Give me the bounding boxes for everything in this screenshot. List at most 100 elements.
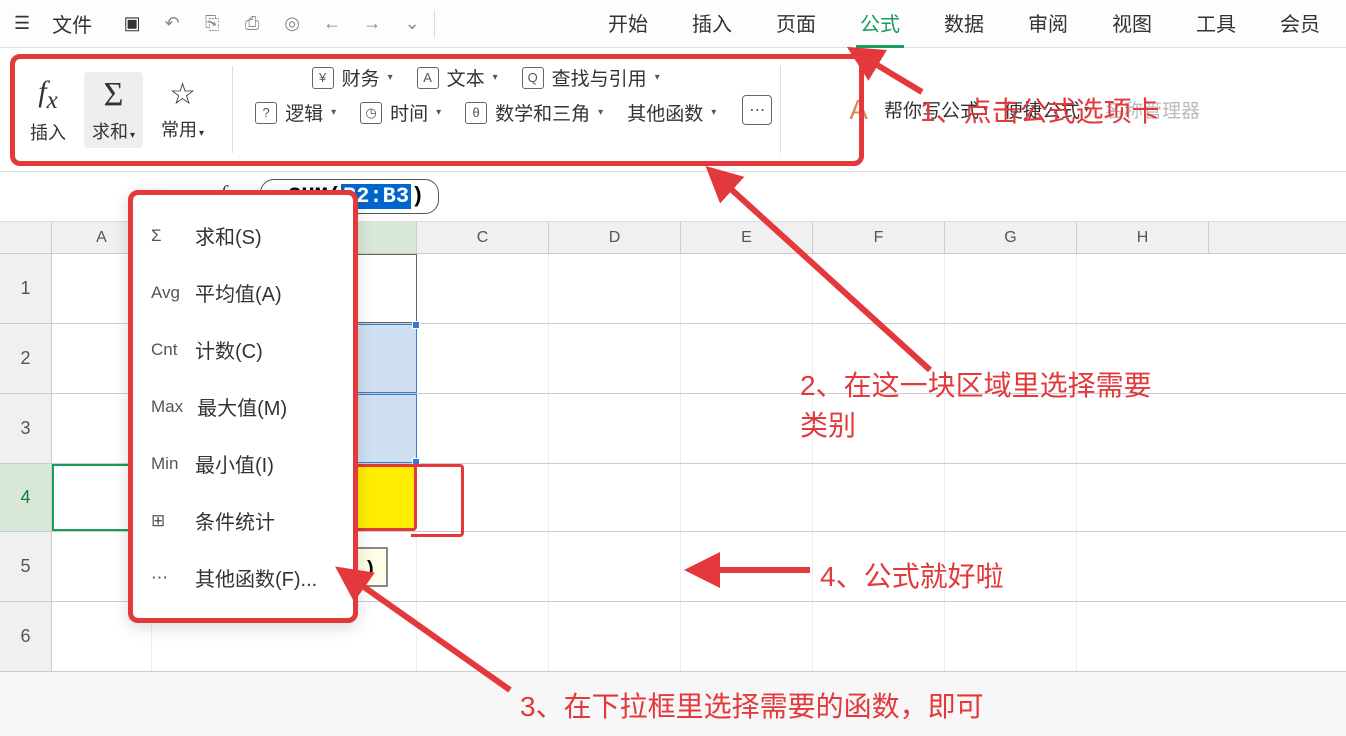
sigma-icon: Σ	[104, 76, 124, 114]
col-header-C[interactable]: C	[417, 222, 549, 253]
cell-E2[interactable]	[681, 324, 813, 393]
cell-D3[interactable]	[549, 394, 681, 463]
formula-text-suffix: )	[411, 184, 424, 209]
theta-icon: θ	[465, 102, 487, 124]
autosum-button[interactable]: Σ 求和▾	[84, 72, 143, 148]
cell-F1[interactable]	[813, 254, 945, 323]
row-header-4[interactable]: 4	[0, 464, 52, 531]
yen-icon: ¥	[312, 67, 334, 89]
cell-D2[interactable]	[549, 324, 681, 393]
cell-D1[interactable]	[549, 254, 681, 323]
insert-function-button[interactable]: fx 插入	[30, 75, 66, 145]
cell-C2[interactable]	[417, 324, 549, 393]
tab-data[interactable]: 数据	[940, 0, 988, 48]
cell-F5[interactable]	[813, 532, 945, 601]
back-icon[interactable]: ←	[318, 10, 346, 38]
cell-C6[interactable]	[417, 602, 549, 671]
cell-D5[interactable]	[549, 532, 681, 601]
cell-F2[interactable]	[813, 324, 945, 393]
cell-C1[interactable]	[417, 254, 549, 323]
row-header-1[interactable]: 1	[0, 254, 52, 323]
question-icon: ?	[255, 102, 277, 124]
hamburger-icon[interactable]: ☰	[10, 9, 34, 38]
text-button[interactable]: A文本▾	[417, 64, 498, 91]
cell-C5[interactable]	[417, 532, 549, 601]
row-header-5[interactable]: 5	[0, 532, 52, 601]
lookup-button[interactable]: Q查找与引用▾	[522, 64, 660, 91]
clock-icon: ◷	[360, 102, 382, 124]
redo-icon[interactable]: ⎘	[198, 10, 226, 38]
text-a-icon: A	[417, 67, 439, 89]
common-functions-button[interactable]: ☆ 常用▾	[161, 77, 204, 142]
name-manager-button[interactable]: 名称管理器	[1105, 96, 1200, 123]
tab-review[interactable]: 审阅	[1024, 0, 1072, 48]
dropdown-count[interactable]: Cnt计数(C)	[133, 321, 353, 378]
dropdown-conditional[interactable]: ⊞条件统计	[133, 492, 353, 549]
col-header-E[interactable]: E	[681, 222, 813, 253]
cell-G3[interactable]	[945, 394, 1077, 463]
cell-G2[interactable]	[945, 324, 1077, 393]
grid-icon: ⊞	[151, 511, 181, 531]
quick-access-toolbar: ▣ ↶ ⎘ ⎙ ◎ ← → ⌄	[110, 10, 435, 38]
forward-icon[interactable]: →	[358, 10, 386, 38]
tab-page[interactable]: 页面	[772, 0, 820, 48]
col-header-D[interactable]: D	[549, 222, 681, 253]
more-dots-button[interactable]: ⋯	[742, 95, 772, 125]
row-header-3[interactable]: 3	[0, 394, 52, 463]
finance-button[interactable]: ¥财务▾	[312, 64, 393, 91]
cell-D6[interactable]	[549, 602, 681, 671]
ribbon-formula: fx 插入 Σ 求和▾ ☆ 常用▾ ¥财务▾ A文本▾ Q查找与引用▾ ?逻辑▾…	[0, 48, 1346, 172]
col-header-G[interactable]: G	[945, 222, 1077, 253]
cell-E1[interactable]	[681, 254, 813, 323]
cell-D4[interactable]	[549, 464, 681, 531]
cell-E3[interactable]	[681, 394, 813, 463]
preview-icon[interactable]: ◎	[278, 10, 306, 38]
separator	[232, 66, 233, 153]
file-menu[interactable]: 文件	[42, 9, 102, 38]
tab-insert[interactable]: 插入	[688, 0, 736, 48]
selection-handle[interactable]	[412, 321, 420, 329]
row-header-6[interactable]: 6	[0, 602, 52, 671]
cell-G4[interactable]	[945, 464, 1077, 531]
tab-tools[interactable]: 工具	[1192, 0, 1240, 48]
logic-button[interactable]: ?逻辑▾	[255, 99, 336, 126]
dropdown-min[interactable]: Min最小值(I)	[133, 435, 353, 492]
quick-formula-button[interactable]: 便捷公式▾	[1004, 96, 1089, 123]
time-button[interactable]: ◷时间▾	[360, 99, 441, 126]
tab-formula[interactable]: 公式	[856, 0, 904, 48]
common-label: 常用▾	[161, 116, 204, 142]
cell-G6[interactable]	[945, 602, 1077, 671]
print-icon[interactable]: ⎙	[238, 10, 266, 38]
dropdown-avg[interactable]: Avg平均值(A)	[133, 264, 353, 321]
cell-C3[interactable]	[417, 394, 549, 463]
annotation-3: 3、在下拉框里选择需要的函数，即可	[520, 685, 984, 725]
autosum-dropdown: Σ求和(S) Avg平均值(A) Cnt计数(C) Max最大值(M) Min最…	[128, 190, 358, 623]
name-box[interactable]	[10, 181, 130, 213]
search-icon: Q	[522, 67, 544, 89]
cell-E4[interactable]	[681, 464, 813, 531]
select-all-corner[interactable]	[0, 222, 52, 253]
dropdown-max[interactable]: Max最大值(M)	[133, 378, 353, 435]
cell-G5[interactable]	[945, 532, 1077, 601]
cell-E6[interactable]	[681, 602, 813, 671]
cell-F6[interactable]	[813, 602, 945, 671]
dropdown-sum[interactable]: Σ求和(S)	[133, 207, 353, 264]
dropdown-more-functions[interactable]: ⋯其他函数(F)...	[133, 549, 353, 606]
col-header-H[interactable]: H	[1077, 222, 1209, 253]
other-functions-button[interactable]: 其他函数▾	[627, 99, 716, 126]
save-icon[interactable]: ▣	[118, 10, 146, 38]
help-formula-button[interactable]: 帮你写公式▾	[884, 96, 988, 123]
tab-start[interactable]: 开始	[604, 0, 652, 48]
tab-member[interactable]: 会员	[1276, 0, 1324, 48]
math-button[interactable]: θ数学和三角▾	[465, 99, 603, 126]
col-header-F[interactable]: F	[813, 222, 945, 253]
tab-view[interactable]: 视图	[1108, 0, 1156, 48]
cell-F4[interactable]	[813, 464, 945, 531]
row-header-2[interactable]: 2	[0, 324, 52, 393]
ai-icon: A	[849, 94, 868, 126]
dropdown-icon[interactable]: ⌄	[398, 10, 426, 38]
cell-F3[interactable]	[813, 394, 945, 463]
cell-E5[interactable]	[681, 532, 813, 601]
undo-icon[interactable]: ↶	[158, 10, 186, 38]
cell-G1[interactable]	[945, 254, 1077, 323]
